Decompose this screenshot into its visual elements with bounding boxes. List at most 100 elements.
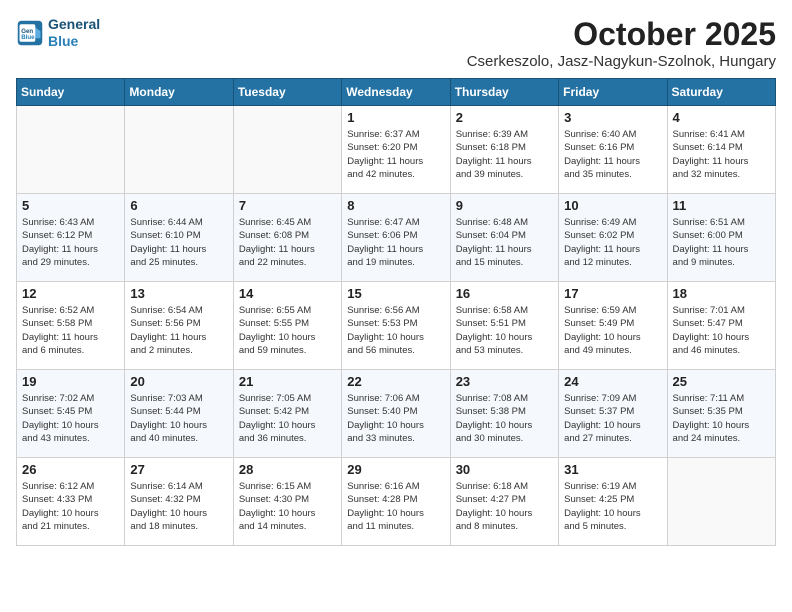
weekday-header-tuesday: Tuesday — [233, 79, 341, 106]
calendar-week-row: 12 Sunrise: 6:52 AM Sunset: 5:58 PM Dayli… — [17, 282, 776, 370]
day-number: 18 — [673, 286, 770, 301]
day-info: Sunrise: 6:43 AM Sunset: 6:12 PM Dayligh… — [22, 216, 119, 269]
day-number: 25 — [673, 374, 770, 389]
day-info: Sunrise: 6:54 AM Sunset: 5:56 PM Dayligh… — [130, 304, 227, 357]
calendar-cell: 11 Sunrise: 6:51 AM Sunset: 6:00 PM Dayli… — [667, 194, 775, 282]
day-number: 28 — [239, 462, 336, 477]
calendar-cell: 12 Sunrise: 6:52 AM Sunset: 5:58 PM Dayli… — [17, 282, 125, 370]
calendar-cell: 25 Sunrise: 7:11 AM Sunset: 5:35 PM Dayli… — [667, 370, 775, 458]
logo-icon: Gen Blue — [16, 19, 44, 47]
calendar-cell: 21 Sunrise: 7:05 AM Sunset: 5:42 PM Dayli… — [233, 370, 341, 458]
calendar-cell: 9Sunrise: 6:48 AM Sunset: 6:04 PM Daylig… — [450, 194, 558, 282]
day-number: 5 — [22, 198, 119, 213]
day-info: Sunrise: 6:40 AM Sunset: 6:16 PM Dayligh… — [564, 128, 661, 181]
day-info: Sunrise: 7:05 AM Sunset: 5:42 PM Dayligh… — [239, 392, 336, 445]
day-number: 29 — [347, 462, 444, 477]
day-number: 30 — [456, 462, 553, 477]
day-info: Sunrise: 6:14 AM Sunset: 4:32 PM Dayligh… — [130, 480, 227, 533]
day-number: 10 — [564, 198, 661, 213]
day-info: Sunrise: 7:08 AM Sunset: 5:38 PM Dayligh… — [456, 392, 553, 445]
day-number: 21 — [239, 374, 336, 389]
weekday-header-friday: Friday — [559, 79, 667, 106]
calendar-cell: 17 Sunrise: 6:59 AM Sunset: 5:49 PM Dayli… — [559, 282, 667, 370]
calendar-table: SundayMondayTuesdayWednesdayThursdayFrid… — [16, 78, 776, 546]
calendar-cell: 8 Sunrise: 6:47 AM Sunset: 6:06 PM Daylig… — [342, 194, 450, 282]
day-info: Sunrise: 6:52 AM Sunset: 5:58 PM Dayligh… — [22, 304, 119, 357]
calendar-cell: 18 Sunrise: 7:01 AM Sunset: 5:47 PM Dayli… — [667, 282, 775, 370]
day-info: Sunrise: 6:44 AM Sunset: 6:10 PM Dayligh… — [130, 216, 227, 269]
day-info: Sunrise: 7:01 AM Sunset: 5:47 PM Dayligh… — [673, 304, 770, 357]
calendar-cell: 10 Sunrise: 6:49 AM Sunset: 6:02 PM Dayli… — [559, 194, 667, 282]
day-number: 15 — [347, 286, 444, 301]
calendar-cell: 19Sunrise: 7:02 AM Sunset: 5:45 PM Dayli… — [17, 370, 125, 458]
day-info: Sunrise: 6:16 AM Sunset: 4:28 PM Dayligh… — [347, 480, 444, 533]
day-info: Sunrise: 6:56 AM Sunset: 5:53 PM Dayligh… — [347, 304, 444, 357]
location-title: Cserkeszolo, Jasz-Nagykun-Szolnok, Hunga… — [467, 53, 776, 70]
day-number: 27 — [130, 462, 227, 477]
weekday-header-wednesday: Wednesday — [342, 79, 450, 106]
day-number: 12 — [22, 286, 119, 301]
calendar-cell: 26 Sunrise: 6:12 AM Sunset: 4:33 PM Dayli… — [17, 458, 125, 546]
calendar-cell: 23Sunrise: 7:08 AM Sunset: 5:38 PM Dayli… — [450, 370, 558, 458]
day-number: 6 — [130, 198, 227, 213]
day-number: 2 — [456, 110, 553, 125]
calendar-week-row: 5 Sunrise: 6:43 AM Sunset: 6:12 PM Daylig… — [17, 194, 776, 282]
day-number: 31 — [564, 462, 661, 477]
day-info: Sunrise: 6:58 AM Sunset: 5:51 PM Dayligh… — [456, 304, 553, 357]
calendar-cell: 3 Sunrise: 6:40 AM Sunset: 6:16 PM Daylig… — [559, 106, 667, 194]
day-info: Sunrise: 7:09 AM Sunset: 5:37 PM Dayligh… — [564, 392, 661, 445]
day-info: Sunrise: 6:51 AM Sunset: 6:00 PM Dayligh… — [673, 216, 770, 269]
day-number: 4 — [673, 110, 770, 125]
svg-text:Blue: Blue — [21, 34, 35, 41]
day-info: Sunrise: 6:49 AM Sunset: 6:02 PM Dayligh… — [564, 216, 661, 269]
calendar-cell — [125, 106, 233, 194]
day-number: 8 — [347, 198, 444, 213]
day-info: Sunrise: 7:03 AM Sunset: 5:44 PM Dayligh… — [130, 392, 227, 445]
day-number: 24 — [564, 374, 661, 389]
calendar-cell: 13 Sunrise: 6:54 AM Sunset: 5:56 PM Dayli… — [125, 282, 233, 370]
day-info: Sunrise: 6:39 AM Sunset: 6:18 PM Dayligh… — [456, 128, 553, 181]
day-info: Sunrise: 7:02 AM Sunset: 5:45 PM Dayligh… — [22, 392, 119, 445]
calendar-cell: 27 Sunrise: 6:14 AM Sunset: 4:32 PM Dayli… — [125, 458, 233, 546]
weekday-header-saturday: Saturday — [667, 79, 775, 106]
title-block: October 2025 Cserkeszolo, Jasz-Nagykun-S… — [467, 16, 776, 70]
calendar-cell: 28 Sunrise: 6:15 AM Sunset: 4:30 PM Dayli… — [233, 458, 341, 546]
calendar-cell: 1 Sunrise: 6:37 AM Sunset: 6:20 PM Daylig… — [342, 106, 450, 194]
calendar-cell: 31 Sunrise: 6:19 AM Sunset: 4:25 PM Dayli… — [559, 458, 667, 546]
page-header: Gen Blue General Blue October 2025 Cserk… — [16, 16, 776, 70]
weekday-header-row: SundayMondayTuesdayWednesdayThursdayFrid… — [17, 79, 776, 106]
day-number: 11 — [673, 198, 770, 213]
day-number: 13 — [130, 286, 227, 301]
calendar-cell: 14Sunrise: 6:55 AM Sunset: 5:55 PM Dayli… — [233, 282, 341, 370]
calendar-cell: 2 Sunrise: 6:39 AM Sunset: 6:18 PM Daylig… — [450, 106, 558, 194]
day-info: Sunrise: 6:37 AM Sunset: 6:20 PM Dayligh… — [347, 128, 444, 181]
weekday-header-sunday: Sunday — [17, 79, 125, 106]
day-info: Sunrise: 7:06 AM Sunset: 5:40 PM Dayligh… — [347, 392, 444, 445]
calendar-cell: 15 Sunrise: 6:56 AM Sunset: 5:53 PM Dayli… — [342, 282, 450, 370]
day-number: 26 — [22, 462, 119, 477]
calendar-cell: 4Sunrise: 6:41 AM Sunset: 6:14 PM Daylig… — [667, 106, 775, 194]
calendar-week-row: 1 Sunrise: 6:37 AM Sunset: 6:20 PM Daylig… — [17, 106, 776, 194]
day-info: Sunrise: 6:47 AM Sunset: 6:06 PM Dayligh… — [347, 216, 444, 269]
logo-text: General Blue — [48, 16, 100, 50]
day-number: 17 — [564, 286, 661, 301]
calendar-cell: 20Sunrise: 7:03 AM Sunset: 5:44 PM Dayli… — [125, 370, 233, 458]
month-title: October 2025 — [467, 16, 776, 53]
calendar-cell: 16Sunrise: 6:58 AM Sunset: 5:51 PM Dayli… — [450, 282, 558, 370]
day-number: 3 — [564, 110, 661, 125]
day-number: 1 — [347, 110, 444, 125]
calendar-cell: 30 Sunrise: 6:18 AM Sunset: 4:27 PM Dayli… — [450, 458, 558, 546]
day-info: Sunrise: 6:45 AM Sunset: 6:08 PM Dayligh… — [239, 216, 336, 269]
day-info: Sunrise: 6:19 AM Sunset: 4:25 PM Dayligh… — [564, 480, 661, 533]
day-info: Sunrise: 6:59 AM Sunset: 5:49 PM Dayligh… — [564, 304, 661, 357]
day-info: Sunrise: 6:18 AM Sunset: 4:27 PM Dayligh… — [456, 480, 553, 533]
day-info: Sunrise: 6:55 AM Sunset: 5:55 PM Dayligh… — [239, 304, 336, 357]
day-number: 7 — [239, 198, 336, 213]
calendar-cell — [667, 458, 775, 546]
day-info: Sunrise: 7:11 AM Sunset: 5:35 PM Dayligh… — [673, 392, 770, 445]
day-info: Sunrise: 6:15 AM Sunset: 4:30 PM Dayligh… — [239, 480, 336, 533]
day-info: Sunrise: 6:48 AM Sunset: 6:04 PM Dayligh… — [456, 216, 553, 269]
calendar-cell — [17, 106, 125, 194]
calendar-cell — [233, 106, 341, 194]
day-info: Sunrise: 6:12 AM Sunset: 4:33 PM Dayligh… — [22, 480, 119, 533]
